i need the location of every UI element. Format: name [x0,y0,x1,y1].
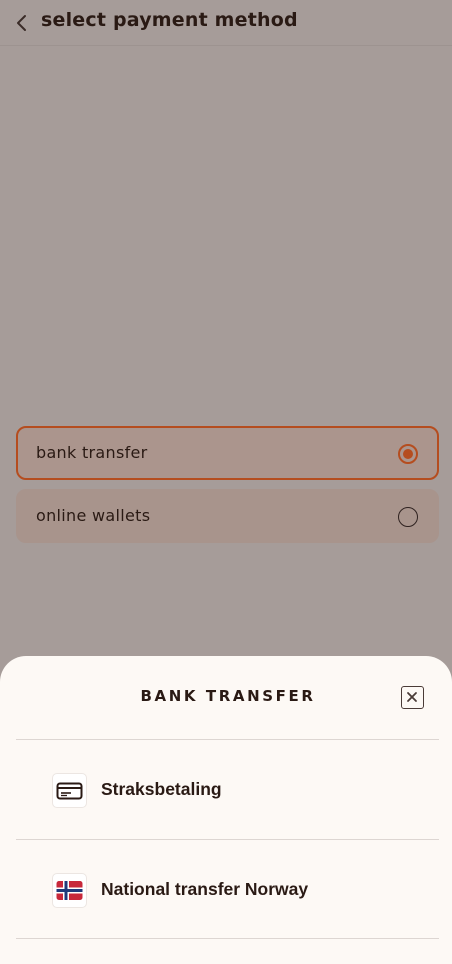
sheet-title: BANK TRANSFER [140,687,316,705]
option-label: online wallets [36,506,151,525]
divider [16,839,439,840]
chevron-left-icon[interactable] [12,12,32,34]
method-label: National transfer Norway [101,879,309,899]
radio-unselected-icon[interactable] [398,507,418,527]
option-label: bank transfer [36,443,148,462]
close-button[interactable] [401,686,424,709]
divider [16,938,439,939]
method-label: Straksbetaling [101,779,222,799]
page-title: select payment method [41,9,298,31]
method-national-transfer-norway[interactable]: National transfer Norway [16,841,439,939]
option-online-wallets[interactable]: online wallets [16,489,439,543]
close-icon [407,692,417,702]
norway-flag-icon [52,873,87,908]
header: select payment method [0,0,452,46]
radio-selected-icon[interactable] [398,444,418,464]
method-straksbetaling[interactable]: Straksbetaling [16,741,439,839]
card-icon [52,773,87,808]
divider [16,739,439,740]
option-bank-transfer[interactable]: bank transfer [16,426,439,480]
bottom-sheet: BANK TRANSFER Straksbetaling National tr… [0,656,452,964]
